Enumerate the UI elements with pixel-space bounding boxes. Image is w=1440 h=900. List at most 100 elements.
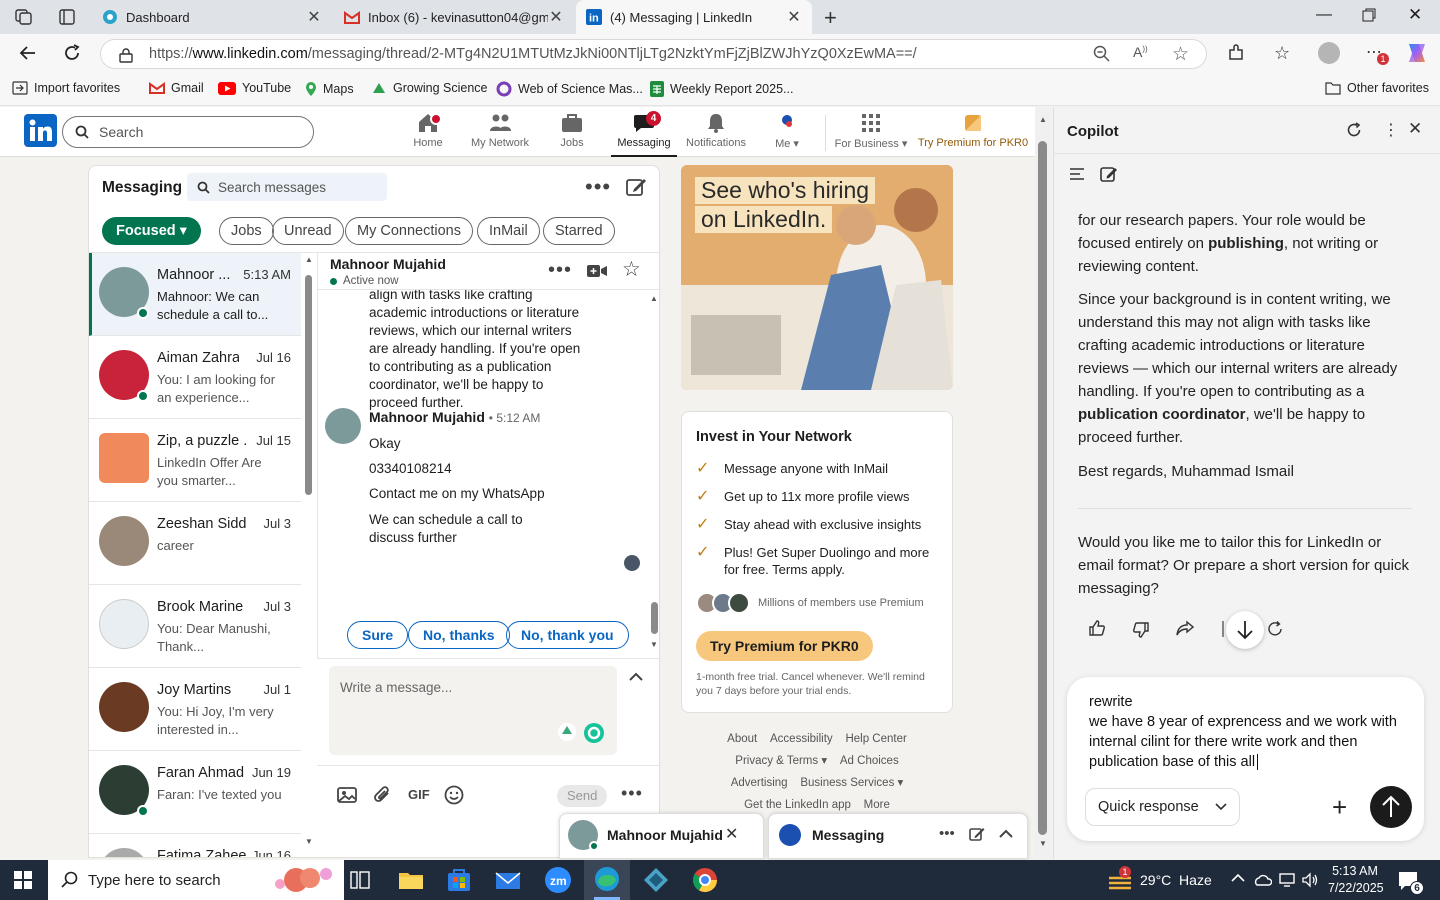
lock-icon[interactable] bbox=[119, 47, 133, 63]
footer-link[interactable]: Privacy & Terms bbox=[735, 755, 818, 767]
close-tab-icon[interactable]: ✕ bbox=[786, 7, 802, 27]
favorite-star-icon[interactable]: ☆ bbox=[1172, 43, 1189, 66]
back-icon[interactable] bbox=[18, 43, 38, 63]
scroll-down-icon[interactable]: ▼ bbox=[1039, 839, 1047, 848]
fav-youtube[interactable]: YouTube bbox=[218, 81, 291, 95]
windows-start-icon[interactable] bbox=[14, 871, 32, 889]
linkedin-logo-icon[interactable] bbox=[24, 114, 57, 147]
fav-import[interactable]: Import favorites bbox=[12, 81, 120, 95]
tab-gmail[interactable]: Inbox (6) - kevinasutton04@gmail.com ✕ bbox=[334, 0, 574, 34]
tab-linkedin-messaging[interactable]: in (4) Messaging | LinkedIn ✕ bbox=[576, 0, 812, 34]
copilot-composer[interactable]: rewrite we have 8 year of exprencess and… bbox=[1067, 677, 1424, 841]
read-aloud-icon[interactable]: A)) bbox=[1133, 44, 1148, 60]
scrollbar-thumb[interactable] bbox=[651, 602, 658, 634]
footer-link[interactable]: Accessibility bbox=[770, 733, 833, 745]
chat-popup-mahnoor[interactable]: Mahnoor Mujahid ✕ bbox=[559, 813, 764, 859]
volume-icon[interactable] bbox=[1301, 872, 1319, 888]
scroll-up-icon[interactable]: ▲ bbox=[650, 294, 658, 303]
messaging-more-icon[interactable]: ••• bbox=[585, 174, 611, 200]
chrome-icon[interactable] bbox=[691, 866, 719, 894]
tray-expand-icon[interactable] bbox=[1231, 873, 1245, 883]
attach-image-icon[interactable] bbox=[337, 786, 357, 804]
nav-try-premium[interactable]: Try Premium for PKR0 bbox=[918, 111, 1028, 157]
conversation-item[interactable]: Aiman Zahra Jul 16 You: I am looking for… bbox=[89, 336, 301, 419]
messaging-overlay-bar[interactable]: Messaging ••• bbox=[768, 813, 1028, 859]
taskbar-search[interactable]: Type here to search bbox=[48, 860, 344, 900]
nav-notifications[interactable]: Notifications bbox=[684, 111, 748, 157]
thread-more-icon[interactable]: ••• bbox=[548, 259, 572, 282]
expand-compose-icon[interactable] bbox=[629, 672, 643, 682]
conversation-scrollbar[interactable]: ▲ ▼ bbox=[301, 253, 317, 857]
filter-unread[interactable]: Unread bbox=[272, 217, 344, 245]
compose-icon[interactable] bbox=[625, 176, 647, 198]
copilot-more-icon[interactable]: ⋮ bbox=[1383, 120, 1399, 140]
extensions-icon[interactable] bbox=[1227, 44, 1245, 62]
file-explorer-icon[interactable] bbox=[397, 866, 425, 894]
footer-link[interactable]: Business Services bbox=[800, 777, 894, 789]
conversation-item[interactable]: Zip, a puzzle ... Jul 15 LinkedIn Offer … bbox=[89, 419, 301, 502]
filter-inmail[interactable]: InMail bbox=[477, 217, 540, 245]
nav-jobs[interactable]: Jobs bbox=[552, 111, 592, 157]
mail-icon[interactable] bbox=[494, 866, 522, 894]
tab-actions-icon[interactable] bbox=[58, 8, 76, 26]
nav-my-network[interactable]: My Network bbox=[468, 111, 532, 157]
message-compose-box[interactable]: Write a message... bbox=[329, 666, 617, 755]
scroll-down-icon[interactable]: ▼ bbox=[650, 640, 658, 649]
onedrive-icon[interactable] bbox=[1254, 872, 1272, 888]
fav-growing-science[interactable]: Growing Science bbox=[371, 81, 488, 95]
close-tab-icon[interactable]: ✕ bbox=[306, 7, 322, 27]
conversation-item[interactable]: Joy Martins Jul 1 You: Hi Joy, I'm very … bbox=[89, 668, 301, 751]
copilot-input[interactable]: rewrite we have 8 year of exprencess and… bbox=[1089, 692, 1409, 772]
zoom-app-icon[interactable]: zm bbox=[544, 866, 572, 894]
emoji-icon[interactable] bbox=[444, 785, 464, 805]
close-window-icon[interactable]: ✕ bbox=[1408, 5, 1422, 25]
quick-reply-sure[interactable]: Sure bbox=[347, 621, 409, 649]
nav-me[interactable]: Me ▾ bbox=[770, 111, 804, 157]
footer-link[interactable]: About bbox=[727, 733, 757, 745]
grammarly-icon[interactable] bbox=[583, 722, 605, 744]
fav-gmail[interactable]: Gmail bbox=[149, 81, 204, 95]
favorites-icon[interactable]: ☆ bbox=[1274, 43, 1290, 64]
star-conversation-icon[interactable]: ☆ bbox=[622, 257, 641, 282]
zoom-icon[interactable] bbox=[1093, 45, 1111, 63]
fav-weekly-report[interactable]: Weekly Report 2025... bbox=[650, 81, 793, 97]
workspaces-icon[interactable] bbox=[14, 8, 34, 26]
footer-link[interactable]: More bbox=[864, 799, 890, 811]
close-tab-icon[interactable]: ✕ bbox=[548, 7, 564, 27]
search-messages-input[interactable]: Search messages bbox=[187, 173, 387, 201]
fav-other-favorites[interactable]: Other favorites bbox=[1325, 81, 1429, 95]
scroll-to-bottom-button[interactable] bbox=[1226, 611, 1264, 649]
send-options-icon[interactable]: ••• bbox=[621, 783, 643, 804]
scroll-down-icon[interactable]: ▼ bbox=[305, 837, 313, 846]
thumbs-up-icon[interactable] bbox=[1088, 619, 1106, 637]
tab-dashboard[interactable]: Dashboard ✕ bbox=[92, 0, 332, 34]
scroll-up-icon[interactable]: ▲ bbox=[305, 255, 313, 264]
scrollbar-thumb[interactable] bbox=[1038, 141, 1047, 835]
refresh-icon[interactable] bbox=[62, 43, 82, 63]
fav-maps[interactable]: Maps bbox=[305, 81, 354, 97]
overlay-more-icon[interactable]: ••• bbox=[939, 825, 955, 842]
app-diamond-icon[interactable] bbox=[642, 866, 670, 894]
footer-link[interactable]: Ad Choices bbox=[840, 755, 899, 767]
copy-icon[interactable] bbox=[1222, 621, 1224, 637]
thread-contact-name[interactable]: Mahnoor Mujahid bbox=[330, 256, 446, 272]
profile-avatar-icon[interactable] bbox=[1318, 42, 1340, 64]
quick-reply-no-thanks[interactable]: No, thanks bbox=[408, 621, 510, 649]
nav-messaging[interactable]: 4 Messaging bbox=[611, 111, 677, 157]
sender-name[interactable]: Mahnoor Mujahid bbox=[369, 409, 485, 425]
restore-icon[interactable] bbox=[1362, 8, 1376, 22]
scroll-up-icon[interactable]: ▲ bbox=[1039, 115, 1047, 124]
hiring-ad[interactable]: See who's hiring on LinkedIn. bbox=[681, 165, 953, 390]
conversation-item[interactable]: Zeeshan Siddi... Jul 3 career bbox=[89, 502, 301, 585]
gif-button[interactable]: GIF bbox=[408, 787, 430, 802]
copilot-close-icon[interactable]: ✕ bbox=[1408, 119, 1422, 139]
taskbar-clock[interactable]: 5:13 AM 7/22/2025 bbox=[1328, 863, 1384, 897]
nav-for-business[interactable]: For Business ▾ bbox=[834, 111, 908, 157]
copilot-history-icon[interactable] bbox=[1069, 167, 1085, 181]
scrollbar-thumb[interactable] bbox=[305, 275, 312, 495]
filter-jobs[interactable]: Jobs bbox=[219, 217, 274, 245]
filter-my-connections[interactable]: My Connections bbox=[345, 217, 473, 245]
regenerate-icon[interactable] bbox=[1266, 620, 1284, 638]
grammar-assist-icon[interactable] bbox=[557, 722, 577, 742]
thread-scrollbar[interactable]: ▲ ▼ bbox=[646, 290, 659, 658]
